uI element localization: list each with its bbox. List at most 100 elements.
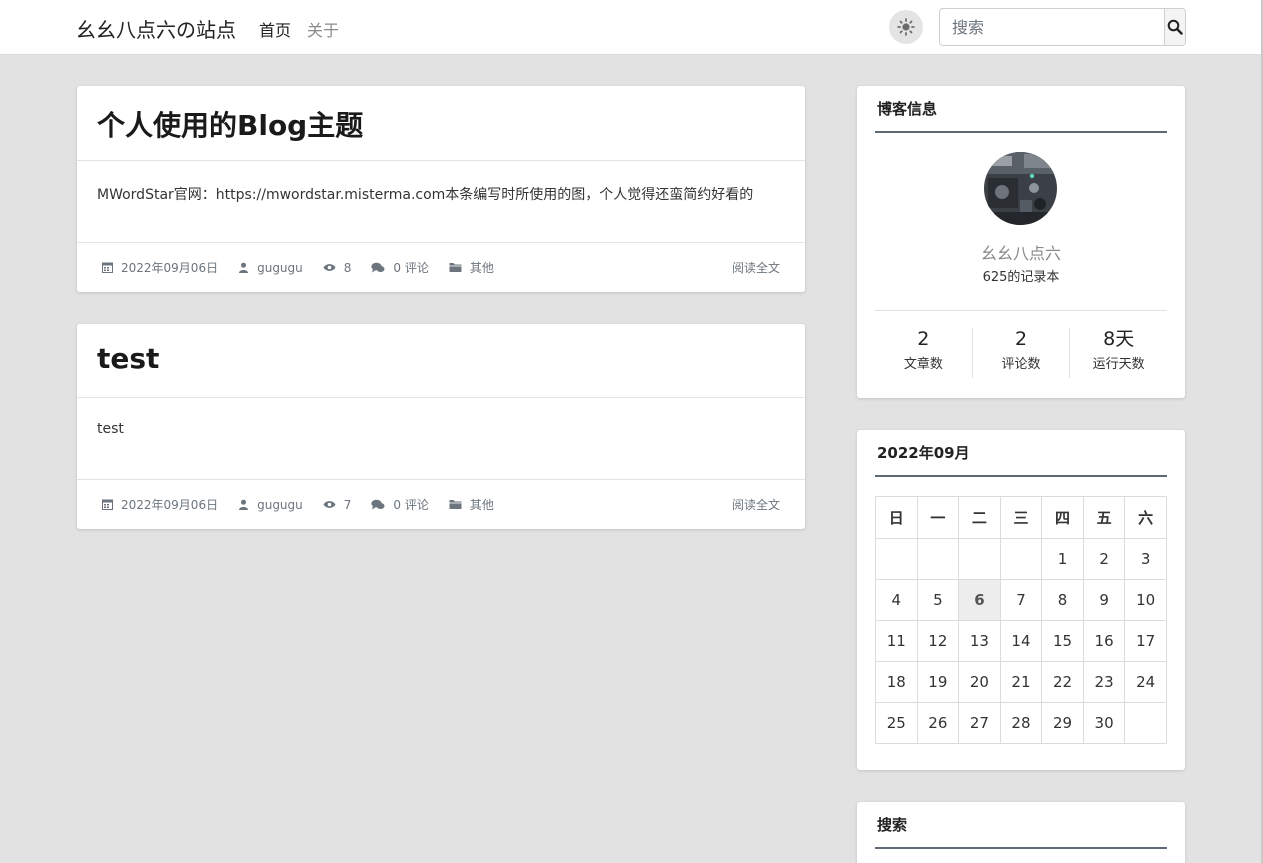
post-views: 7	[323, 497, 352, 512]
folder-icon	[449, 263, 462, 272]
widget-heading: 2022年09月	[875, 430, 1167, 477]
weekday-header: 三	[999, 496, 1043, 539]
calendar-day: 19	[916, 661, 960, 703]
stat-label: 运行天数	[1092, 357, 1145, 372]
calendar-day: 15	[1041, 620, 1084, 662]
post-title[interactable]: test	[77, 324, 805, 398]
calendar-day	[875, 538, 918, 580]
calendar-day: 21	[999, 661, 1043, 703]
calendar-day: 4	[875, 579, 918, 621]
post-comments-text: 0 评论	[393, 261, 429, 275]
post-title[interactable]: 个人使用的Blog主题	[77, 86, 805, 161]
comments-icon	[371, 499, 385, 509]
calendar-day: 14	[999, 620, 1043, 662]
nav-search-button[interactable]	[1164, 9, 1185, 45]
calendar-day: 11	[875, 620, 918, 662]
calendar-icon	[102, 262, 113, 273]
nav-search-input[interactable]	[940, 9, 1164, 45]
stat-label: 文章数	[903, 357, 943, 372]
post-author-text: gugugu	[257, 260, 303, 275]
post-author[interactable]: gugugu	[238, 498, 303, 512]
post-category-text: 其他	[469, 261, 494, 275]
post-date: 2022年09月06日	[102, 259, 218, 276]
stat-posts: 2 文章数	[875, 328, 973, 378]
calendar-day: 29	[1041, 702, 1084, 744]
calendar-week-row: 25 26 27 28 29 30	[875, 702, 1167, 744]
calendar-day	[1124, 702, 1167, 744]
calendar-day: 22	[1041, 661, 1084, 703]
post-date-text: 2022年09月06日	[121, 498, 219, 512]
avatar-image	[984, 152, 1057, 225]
post-comments[interactable]: 0 评论	[371, 259, 429, 276]
post-views-text: 7	[343, 497, 352, 512]
calendar-week-row: 4 5 6 7 8 9 10	[875, 579, 1167, 621]
calendar-day	[999, 538, 1043, 580]
weekday-header: 一	[916, 496, 960, 539]
calendar-week-row: 1 2 3	[875, 538, 1167, 580]
calendar-widget: 2022年09月 日 一 二 三 四 五 六 1 2 3 4 5 6 7 8 9…	[857, 430, 1185, 770]
post-comments-text: 0 评论	[393, 498, 429, 512]
read-more-link[interactable]: 阅读全文	[732, 496, 780, 513]
post-card: test test 2022年09月06日 gugugu 7 0 评论 其他 阅…	[77, 324, 805, 529]
post-views: 8	[323, 260, 352, 275]
read-more-link[interactable]: 阅读全文	[732, 259, 780, 276]
post-author[interactable]: gugugu	[238, 261, 303, 275]
stat-comments: 2 评论数	[973, 328, 1071, 378]
post-date-text: 2022年09月06日	[121, 261, 219, 275]
theme-toggle-button[interactable]	[889, 10, 923, 44]
calendar-day: 10	[1124, 579, 1167, 621]
calendar-day: 7	[999, 579, 1043, 621]
weekday-header: 六	[1124, 496, 1167, 539]
post-meta: 2022年09月06日 gugugu 8 0 评论 其他 阅读全文	[77, 243, 805, 292]
post-views-text: 8	[343, 260, 352, 275]
eye-icon	[323, 264, 336, 271]
calendar-icon	[102, 499, 113, 510]
user-icon	[239, 499, 249, 510]
post-excerpt: MWordStar官网：https://mwordstar.misterma.c…	[77, 161, 805, 243]
search-icon	[1167, 19, 1183, 35]
blog-info-widget: 博客信息 幺幺八点六 625的记录本 2 文章数 2 评论数 8天 运行天数	[857, 86, 1185, 398]
calendar-day: 28	[999, 702, 1043, 744]
calendar-day: 23	[1082, 661, 1126, 703]
post-category[interactable]: 其他	[449, 496, 494, 513]
stat-value: 2	[1014, 328, 1028, 350]
calendar-week-row: 18 19 20 21 22 23 24	[875, 661, 1167, 703]
sun-icon	[897, 18, 915, 36]
folder-icon	[449, 500, 462, 509]
post-excerpt: test	[77, 398, 805, 480]
calendar-day: 25	[875, 702, 918, 744]
search-widget: 搜索	[857, 802, 1185, 863]
eye-icon	[323, 501, 336, 508]
stat-label: 评论数	[1001, 357, 1041, 372]
nav-link-home[interactable]: 首页	[259, 17, 291, 41]
weekday-header: 日	[875, 496, 918, 539]
calendar-day: 30	[1082, 702, 1126, 744]
calendar-day	[916, 538, 960, 580]
calendar-day: 5	[916, 579, 960, 621]
calendar-day: 8	[1041, 579, 1084, 621]
calendar-day-today[interactable]: 6	[958, 579, 1001, 621]
calendar-day: 17	[1124, 620, 1167, 662]
top-navbar: 幺幺八点六の站点 首页 关于	[0, 0, 1263, 55]
calendar-day: 24	[1124, 661, 1167, 703]
site-brand[interactable]: 幺幺八点六の站点	[76, 14, 236, 43]
post-comments[interactable]: 0 评论	[371, 496, 429, 513]
nav-search-form	[939, 8, 1186, 46]
nav-link-about[interactable]: 关于	[307, 17, 339, 41]
calendar-table: 日 一 二 三 四 五 六 1 2 3 4 5 6 7 8 9 10 11 12…	[875, 496, 1167, 744]
post-date: 2022年09月06日	[102, 496, 218, 513]
post-category[interactable]: 其他	[449, 259, 494, 276]
widget-heading: 博客信息	[875, 86, 1167, 133]
stat-days: 8天 运行天数	[1070, 328, 1167, 378]
calendar-day: 18	[875, 661, 918, 703]
weekday-header: 四	[1041, 496, 1084, 539]
calendar-day: 20	[958, 661, 1001, 703]
profile-name: 幺幺八点六	[980, 244, 1061, 263]
stat-value: 8天	[1103, 328, 1135, 350]
post-meta: 2022年09月06日 gugugu 7 0 评论 其他 阅读全文	[77, 480, 805, 529]
stat-value: 2	[917, 328, 930, 350]
calendar-day: 2	[1082, 538, 1126, 580]
calendar-day: 27	[958, 702, 1001, 744]
calendar-day: 13	[958, 620, 1001, 662]
calendar-day: 9	[1082, 579, 1126, 621]
